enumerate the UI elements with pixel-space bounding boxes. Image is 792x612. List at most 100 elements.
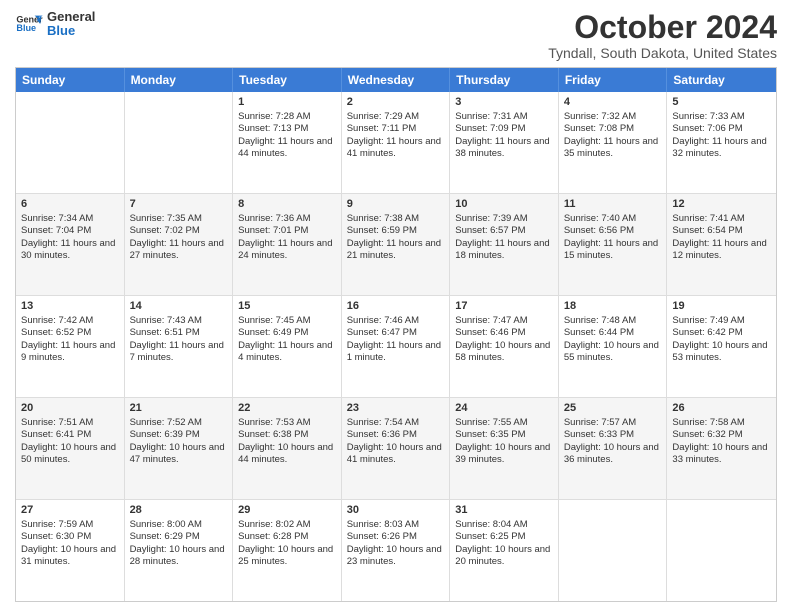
day-info: Sunrise: 7:42 AM Sunset: 6:52 PM Dayligh…	[21, 315, 119, 364]
calendar-cell: 8Sunrise: 7:36 AM Sunset: 7:01 PM Daylig…	[233, 194, 342, 295]
calendar-cell: 6Sunrise: 7:34 AM Sunset: 7:04 PM Daylig…	[16, 194, 125, 295]
calendar-cell: 4Sunrise: 7:32 AM Sunset: 7:08 PM Daylig…	[559, 92, 668, 193]
calendar-header: SundayMondayTuesdayWednesdayThursdayFrid…	[16, 68, 776, 92]
header-day-friday: Friday	[559, 68, 668, 92]
day-number: 12	[672, 197, 771, 212]
day-info: Sunrise: 7:46 AM Sunset: 6:47 PM Dayligh…	[347, 315, 445, 364]
logo-blue: Blue	[47, 24, 95, 38]
day-info: Sunrise: 7:59 AM Sunset: 6:30 PM Dayligh…	[21, 519, 119, 568]
day-number: 9	[347, 197, 445, 212]
day-number: 3	[455, 95, 553, 110]
calendar-cell: 13Sunrise: 7:42 AM Sunset: 6:52 PM Dayli…	[16, 296, 125, 397]
day-number: 6	[21, 197, 119, 212]
day-info: Sunrise: 7:57 AM Sunset: 6:33 PM Dayligh…	[564, 417, 662, 466]
calendar-cell: 5Sunrise: 7:33 AM Sunset: 7:06 PM Daylig…	[667, 92, 776, 193]
day-number: 24	[455, 401, 553, 416]
day-number: 11	[564, 197, 662, 212]
calendar-cell: 29Sunrise: 8:02 AM Sunset: 6:28 PM Dayli…	[233, 500, 342, 601]
day-info: Sunrise: 7:45 AM Sunset: 6:49 PM Dayligh…	[238, 315, 336, 364]
day-info: Sunrise: 7:53 AM Sunset: 6:38 PM Dayligh…	[238, 417, 336, 466]
calendar-cell: 25Sunrise: 7:57 AM Sunset: 6:33 PM Dayli…	[559, 398, 668, 499]
subtitle: Tyndall, South Dakota, United States	[548, 45, 777, 61]
day-info: Sunrise: 7:52 AM Sunset: 6:39 PM Dayligh…	[130, 417, 228, 466]
calendar-cell: 2Sunrise: 7:29 AM Sunset: 7:11 PM Daylig…	[342, 92, 451, 193]
calendar-cell	[16, 92, 125, 193]
day-number: 14	[130, 299, 228, 314]
calendar-row: 13Sunrise: 7:42 AM Sunset: 6:52 PM Dayli…	[16, 295, 776, 397]
day-number: 1	[238, 95, 336, 110]
day-info: Sunrise: 7:47 AM Sunset: 6:46 PM Dayligh…	[455, 315, 553, 364]
day-number: 18	[564, 299, 662, 314]
day-number: 10	[455, 197, 553, 212]
day-info: Sunrise: 7:55 AM Sunset: 6:35 PM Dayligh…	[455, 417, 553, 466]
header-day-tuesday: Tuesday	[233, 68, 342, 92]
day-number: 17	[455, 299, 553, 314]
day-info: Sunrise: 8:00 AM Sunset: 6:29 PM Dayligh…	[130, 519, 228, 568]
day-info: Sunrise: 7:43 AM Sunset: 6:51 PM Dayligh…	[130, 315, 228, 364]
day-number: 27	[21, 503, 119, 518]
calendar-cell: 19Sunrise: 7:49 AM Sunset: 6:42 PM Dayli…	[667, 296, 776, 397]
calendar-cell: 24Sunrise: 7:55 AM Sunset: 6:35 PM Dayli…	[450, 398, 559, 499]
day-info: Sunrise: 7:33 AM Sunset: 7:06 PM Dayligh…	[672, 111, 771, 160]
calendar-row: 27Sunrise: 7:59 AM Sunset: 6:30 PM Dayli…	[16, 499, 776, 601]
calendar-cell: 16Sunrise: 7:46 AM Sunset: 6:47 PM Dayli…	[342, 296, 451, 397]
calendar-row: 6Sunrise: 7:34 AM Sunset: 7:04 PM Daylig…	[16, 193, 776, 295]
calendar-row: 1Sunrise: 7:28 AM Sunset: 7:13 PM Daylig…	[16, 92, 776, 193]
calendar-cell: 18Sunrise: 7:48 AM Sunset: 6:44 PM Dayli…	[559, 296, 668, 397]
day-number: 31	[455, 503, 553, 518]
calendar-cell: 1Sunrise: 7:28 AM Sunset: 7:13 PM Daylig…	[233, 92, 342, 193]
calendar-cell: 9Sunrise: 7:38 AM Sunset: 6:59 PM Daylig…	[342, 194, 451, 295]
day-number: 22	[238, 401, 336, 416]
calendar-cell: 21Sunrise: 7:52 AM Sunset: 6:39 PM Dayli…	[125, 398, 234, 499]
calendar-cell: 31Sunrise: 8:04 AM Sunset: 6:25 PM Dayli…	[450, 500, 559, 601]
calendar-cell: 11Sunrise: 7:40 AM Sunset: 6:56 PM Dayli…	[559, 194, 668, 295]
day-info: Sunrise: 7:28 AM Sunset: 7:13 PM Dayligh…	[238, 111, 336, 160]
header-day-monday: Monday	[125, 68, 234, 92]
day-info: Sunrise: 7:40 AM Sunset: 6:56 PM Dayligh…	[564, 213, 662, 262]
day-number: 20	[21, 401, 119, 416]
day-info: Sunrise: 7:54 AM Sunset: 6:36 PM Dayligh…	[347, 417, 445, 466]
main-title: October 2024	[548, 10, 777, 45]
day-number: 19	[672, 299, 771, 314]
day-number: 21	[130, 401, 228, 416]
calendar-cell	[125, 92, 234, 193]
calendar-cell: 27Sunrise: 7:59 AM Sunset: 6:30 PM Dayli…	[16, 500, 125, 601]
day-number: 13	[21, 299, 119, 314]
calendar-cell: 15Sunrise: 7:45 AM Sunset: 6:49 PM Dayli…	[233, 296, 342, 397]
day-number: 28	[130, 503, 228, 518]
calendar: SundayMondayTuesdayWednesdayThursdayFrid…	[15, 67, 777, 602]
day-number: 5	[672, 95, 771, 110]
day-number: 7	[130, 197, 228, 212]
day-number: 2	[347, 95, 445, 110]
page: General Blue General Blue October 2024 T…	[0, 0, 792, 612]
day-info: Sunrise: 7:49 AM Sunset: 6:42 PM Dayligh…	[672, 315, 771, 364]
day-info: Sunrise: 7:34 AM Sunset: 7:04 PM Dayligh…	[21, 213, 119, 262]
day-info: Sunrise: 8:03 AM Sunset: 6:26 PM Dayligh…	[347, 519, 445, 568]
day-info: Sunrise: 7:31 AM Sunset: 7:09 PM Dayligh…	[455, 111, 553, 160]
calendar-body: 1Sunrise: 7:28 AM Sunset: 7:13 PM Daylig…	[16, 92, 776, 601]
day-info: Sunrise: 7:35 AM Sunset: 7:02 PM Dayligh…	[130, 213, 228, 262]
logo-icon: General Blue	[15, 10, 43, 38]
calendar-cell	[667, 500, 776, 601]
day-info: Sunrise: 7:48 AM Sunset: 6:44 PM Dayligh…	[564, 315, 662, 364]
header-day-thursday: Thursday	[450, 68, 559, 92]
day-info: Sunrise: 7:39 AM Sunset: 6:57 PM Dayligh…	[455, 213, 553, 262]
calendar-cell: 10Sunrise: 7:39 AM Sunset: 6:57 PM Dayli…	[450, 194, 559, 295]
day-info: Sunrise: 7:32 AM Sunset: 7:08 PM Dayligh…	[564, 111, 662, 160]
day-number: 23	[347, 401, 445, 416]
day-info: Sunrise: 7:51 AM Sunset: 6:41 PM Dayligh…	[21, 417, 119, 466]
day-info: Sunrise: 8:02 AM Sunset: 6:28 PM Dayligh…	[238, 519, 336, 568]
day-number: 26	[672, 401, 771, 416]
calendar-cell: 20Sunrise: 7:51 AM Sunset: 6:41 PM Dayli…	[16, 398, 125, 499]
day-info: Sunrise: 7:36 AM Sunset: 7:01 PM Dayligh…	[238, 213, 336, 262]
day-info: Sunrise: 7:41 AM Sunset: 6:54 PM Dayligh…	[672, 213, 771, 262]
day-number: 15	[238, 299, 336, 314]
calendar-cell: 30Sunrise: 8:03 AM Sunset: 6:26 PM Dayli…	[342, 500, 451, 601]
day-info: Sunrise: 7:38 AM Sunset: 6:59 PM Dayligh…	[347, 213, 445, 262]
title-block: October 2024 Tyndall, South Dakota, Unit…	[548, 10, 777, 61]
calendar-cell: 23Sunrise: 7:54 AM Sunset: 6:36 PM Dayli…	[342, 398, 451, 499]
day-number: 4	[564, 95, 662, 110]
day-number: 8	[238, 197, 336, 212]
day-info: Sunrise: 8:04 AM Sunset: 6:25 PM Dayligh…	[455, 519, 553, 568]
logo: General Blue General Blue	[15, 10, 95, 39]
